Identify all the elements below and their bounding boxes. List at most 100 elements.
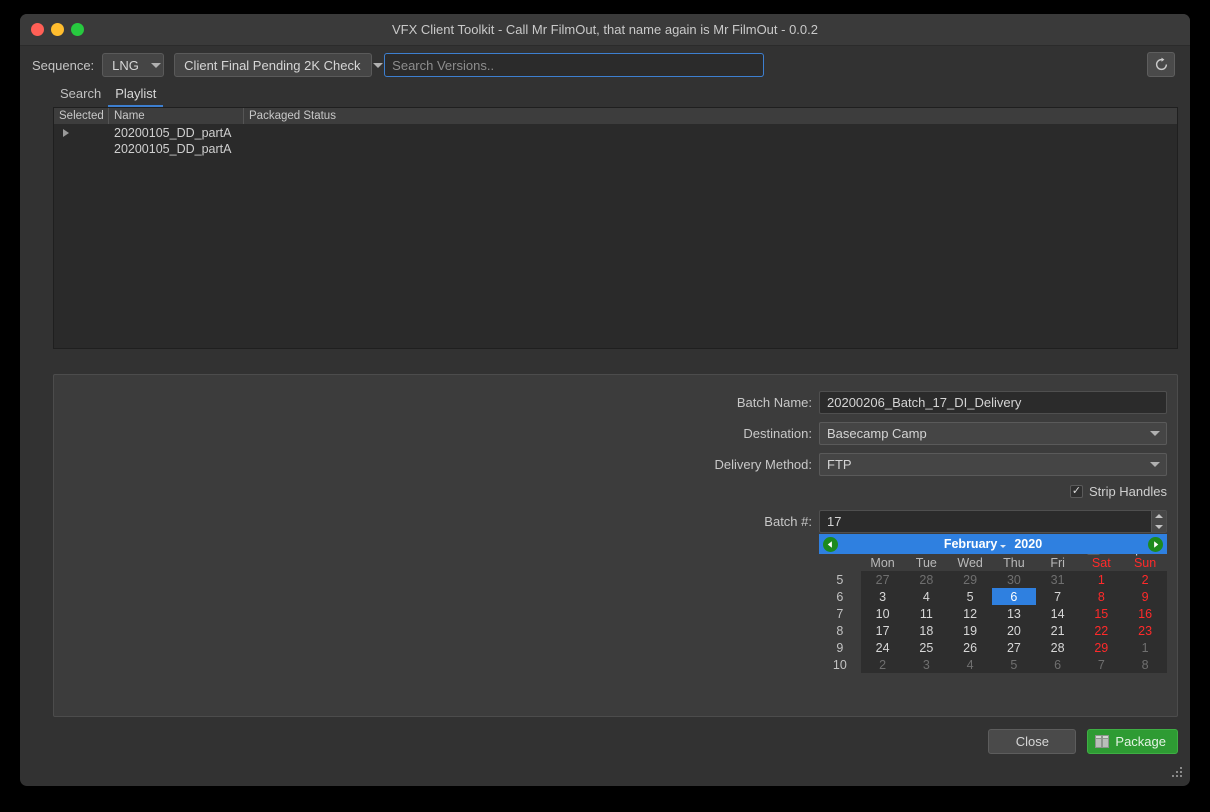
- calendar-day[interactable]: 25: [904, 639, 949, 656]
- calendar-week-row: 6 3 4 5 6 7 8 9: [819, 588, 1167, 605]
- status-filter-dropdown[interactable]: Client Final Pending 2K Check: [174, 53, 383, 77]
- weekday-header-wed: Wed: [957, 555, 983, 570]
- calendar-day[interactable]: 31: [1035, 571, 1080, 588]
- playlist-table: Selected Name Packaged Status 20200105_D…: [53, 107, 1178, 349]
- weekday-header-tue: Tue: [915, 555, 937, 570]
- calendar-day[interactable]: 4: [948, 656, 993, 673]
- batch-number-label: Batch #:: [764, 514, 812, 529]
- chevron-right-icon[interactable]: [63, 129, 69, 137]
- calendar-day[interactable]: 28: [1035, 639, 1080, 656]
- destination-dropdown[interactable]: Basecamp Camp: [819, 422, 1167, 445]
- batch-number-stepper[interactable]: 17: [819, 510, 1167, 533]
- week-number: 10: [832, 657, 847, 672]
- row-selected-cell[interactable]: [54, 129, 109, 137]
- calendar-day[interactable]: 29: [1079, 639, 1124, 656]
- calendar-day[interactable]: 6: [1035, 656, 1080, 673]
- table-header-row: Selected Name Packaged Status: [54, 108, 1177, 125]
- resize-grip-icon[interactable]: [1170, 767, 1184, 781]
- stepper-buttons[interactable]: [1151, 511, 1166, 532]
- tab-bar: Search Playlist: [20, 84, 1190, 107]
- weekday-header-mon: Mon: [870, 555, 895, 570]
- calendar-next-month-button[interactable]: [1148, 536, 1163, 552]
- sequence-dropdown[interactable]: LNG: [102, 53, 165, 77]
- tab-search[interactable]: Search: [53, 86, 108, 107]
- calendar-day[interactable]: 2: [860, 656, 905, 673]
- dialog-button-row: Close Package: [988, 729, 1178, 754]
- batch-number-value: 17: [827, 514, 842, 529]
- column-header-packaged-status[interactable]: Packaged Status: [244, 108, 1177, 124]
- calendar-day[interactable]: 28: [904, 571, 949, 588]
- calendar-day[interactable]: 7: [1079, 656, 1124, 673]
- strip-handles-label: Strip Handles: [1088, 484, 1167, 499]
- column-header-name[interactable]: Name: [109, 108, 244, 124]
- calendar-month: February: [943, 537, 998, 551]
- calendar-day[interactable]: 29: [948, 571, 993, 588]
- calendar-day[interactable]: 19: [948, 622, 993, 639]
- title-bar: VFX Client Toolkit - Call Mr FilmOut, th…: [20, 14, 1190, 46]
- sequence-label: Sequence:: [32, 57, 95, 73]
- calendar-day[interactable]: 24: [860, 639, 905, 656]
- calendar-day[interactable]: 3: [860, 588, 905, 605]
- calendar-day[interactable]: 5: [948, 588, 993, 605]
- calendar-day[interactable]: 27: [860, 571, 905, 588]
- tab-playlist[interactable]: Playlist: [108, 86, 164, 107]
- calendar-day[interactable]: 27: [992, 639, 1036, 656]
- calendar-title[interactable]: February 2020: [944, 537, 1042, 551]
- batch-name-row: Batch Name:: [54, 391, 1177, 414]
- calendar-day[interactable]: 1: [1123, 639, 1167, 656]
- stepper-increment-button[interactable]: [1152, 511, 1166, 522]
- calendar-day[interactable]: 9: [1123, 588, 1167, 605]
- calendar-day[interactable]: 22: [1079, 622, 1124, 639]
- calendar-day[interactable]: 11: [904, 605, 949, 622]
- date-picker-calendar: February 2020 Mon Tue Wed Thu Fri Sat Su…: [819, 534, 1167, 673]
- calendar-day[interactable]: 8: [1123, 656, 1167, 673]
- calendar-day[interactable]: 26: [948, 639, 993, 656]
- strip-handles-checkbox[interactable]: ✓: [1069, 485, 1083, 498]
- calendar-day[interactable]: 5: [992, 656, 1036, 673]
- calendar-day[interactable]: 16: [1123, 605, 1167, 622]
- close-button[interactable]: Close: [988, 729, 1077, 754]
- refresh-button[interactable]: [1147, 52, 1175, 77]
- calendar-day-selected[interactable]: 6: [992, 588, 1036, 605]
- status-filter-value: Client Final Pending 2K Check: [184, 57, 361, 73]
- calendar-day[interactable]: 30: [992, 571, 1036, 588]
- weekday-header-thu: Thu: [1003, 555, 1025, 570]
- calendar-day[interactable]: 1: [1079, 571, 1124, 588]
- calendar-day[interactable]: 23: [1123, 622, 1167, 639]
- calendar-day[interactable]: 15: [1079, 605, 1124, 622]
- app-window: VFX Client Toolkit - Call Mr FilmOut, th…: [20, 14, 1190, 786]
- delivery-method-label: Delivery Method:: [714, 457, 812, 472]
- strip-handles-row: ✓ Strip Handles: [54, 484, 1177, 499]
- arrow-right-circle-icon: [1154, 540, 1159, 548]
- chevron-down-icon: [1000, 544, 1007, 548]
- calendar-day[interactable]: 8: [1079, 588, 1124, 605]
- calendar-day[interactable]: 13: [992, 605, 1036, 622]
- batch-name-input[interactable]: [819, 391, 1167, 414]
- calendar-day[interactable]: 12: [948, 605, 993, 622]
- table-row[interactable]: 20200105_DD_partA: [54, 125, 1177, 141]
- stepper-decrement-button[interactable]: [1152, 522, 1166, 533]
- delivery-method-dropdown[interactable]: FTP: [819, 453, 1167, 476]
- calendar-week-row: 9 24 25 26 27 28 29 1: [819, 639, 1167, 656]
- calendar-day[interactable]: 10: [860, 605, 905, 622]
- calendar-day[interactable]: 20: [992, 622, 1036, 639]
- calendar-day[interactable]: 3: [904, 656, 949, 673]
- toolbar: Sequence: LNG Client Final Pending 2K Ch…: [20, 46, 1190, 84]
- calendar-day[interactable]: 2: [1123, 571, 1167, 588]
- calendar-day[interactable]: 18: [904, 622, 949, 639]
- week-number-header: [819, 554, 861, 571]
- sequence-dropdown-value: LNG: [112, 57, 139, 73]
- calendar-prev-month-button[interactable]: [823, 536, 838, 552]
- chevron-down-icon: [150, 62, 161, 68]
- week-number: 5: [836, 572, 844, 587]
- calendar-day[interactable]: 17: [860, 622, 905, 639]
- calendar-day[interactable]: 21: [1035, 622, 1080, 639]
- package-button[interactable]: Package: [1087, 729, 1178, 754]
- calendar-day[interactable]: 14: [1035, 605, 1080, 622]
- column-header-selected[interactable]: Selected: [54, 108, 109, 124]
- table-row[interactable]: 20200105_DD_partA: [54, 141, 1177, 157]
- calendar-day[interactable]: 4: [904, 588, 949, 605]
- calendar-year: 2020: [1014, 537, 1043, 551]
- search-input[interactable]: [384, 53, 765, 77]
- calendar-day[interactable]: 7: [1035, 588, 1080, 605]
